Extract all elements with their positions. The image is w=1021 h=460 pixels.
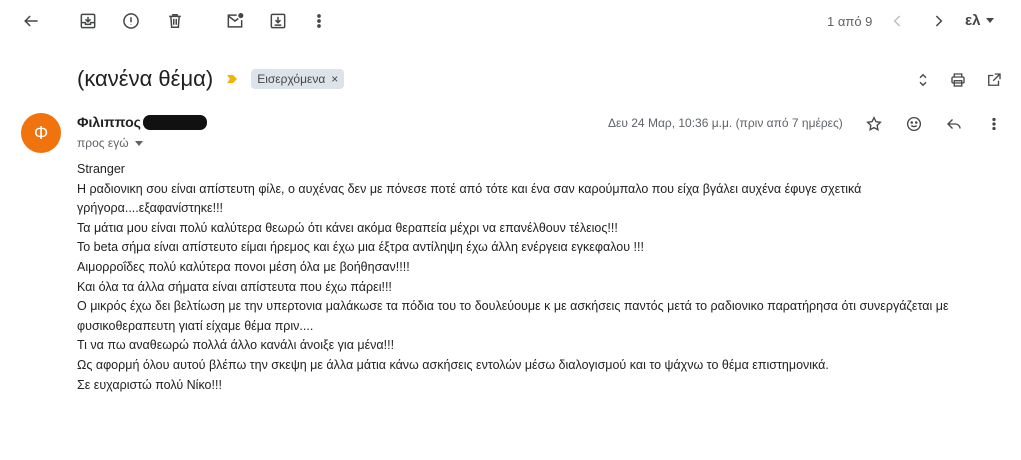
body-line: Η ραδιονικη σου είναι απίστευτη φίλε, ο … (77, 181, 862, 216)
print-icon[interactable] (944, 66, 972, 94)
subject-row: (κανένα θέμα) Εισερχόμενα × (77, 62, 345, 96)
recipient-text: προς εγώ (77, 136, 129, 150)
label-text: Εισερχόμενα (257, 72, 326, 86)
body-line: Stranger (77, 162, 125, 176)
mark-unread-icon[interactable] (219, 5, 251, 37)
body-line: Και όλα τα άλλα σήματα είναι απίστευτα π… (77, 279, 392, 294)
redaction-mark (142, 114, 207, 130)
body-line: Το beta σήμα είναι απίστευτο είμαι ήρεμο… (77, 240, 644, 255)
star-icon[interactable] (860, 110, 888, 138)
back-arrow-icon[interactable] (15, 5, 47, 37)
reply-icon[interactable] (940, 110, 968, 138)
emoji-reaction-icon[interactable] (900, 110, 928, 138)
archive-icon[interactable] (72, 5, 104, 37)
message-body: Stranger Η ραδιονικη σου είναι απίστευτη… (77, 160, 997, 395)
pager-count: 1 από 9 (827, 14, 873, 29)
recipient-details[interactable]: προς εγώ (77, 136, 143, 150)
expand-collapse-icon[interactable] (909, 66, 937, 94)
message-date: Δευ 24 Μαρ, 10:36 μ.μ. (πριν από 7 ημέρε… (608, 116, 843, 130)
open-new-window-icon[interactable] (980, 66, 1008, 94)
report-spam-icon[interactable] (115, 5, 147, 37)
sender-name[interactable]: Φιλιππος (77, 114, 207, 130)
chevron-down-icon (134, 140, 143, 146)
sender-name-text: Φιλιππος (77, 114, 141, 130)
more-vert-icon[interactable] (303, 5, 335, 37)
importance-marker-icon[interactable] (227, 74, 238, 84)
body-line: Ως αφορμή όλου αυτού βλέπω την σκεψη με … (77, 357, 829, 372)
body-line: Τι να πω αναθεωρώ πολλά άλλο κανάλι άνοι… (77, 338, 395, 353)
chevron-down-icon (986, 18, 995, 23)
body-line: Αιμορροΐδες πολύ καλύτερα πονοι μέση όλα… (77, 259, 410, 274)
more-vert-icon[interactable] (980, 110, 1008, 138)
inbox-label-chip: Εισερχόμενα × (251, 69, 345, 89)
language-label: ελ (965, 12, 981, 29)
body-line: Σε ευχαριστώ πολύ Νίκο!!! (77, 377, 222, 392)
older-chevron-icon[interactable] (922, 5, 954, 37)
remove-label-icon[interactable]: × (331, 72, 338, 86)
language-selector[interactable]: ελ (965, 12, 995, 29)
delete-icon[interactable] (159, 5, 191, 37)
email-subject: (κανένα θέμα) (77, 66, 214, 91)
toolbar: 1 από 9 ελ (0, 0, 1021, 44)
body-line: Τα μάτια μου είναι πολύ καλύτερα θεωρώ ό… (77, 220, 618, 235)
newer-chevron-icon[interactable] (882, 5, 914, 37)
body-line: Ο μικρός έχω δει βελτίωση με την υπερτον… (77, 299, 949, 333)
move-to-icon[interactable] (262, 5, 294, 37)
avatar[interactable]: Φ (21, 113, 61, 153)
